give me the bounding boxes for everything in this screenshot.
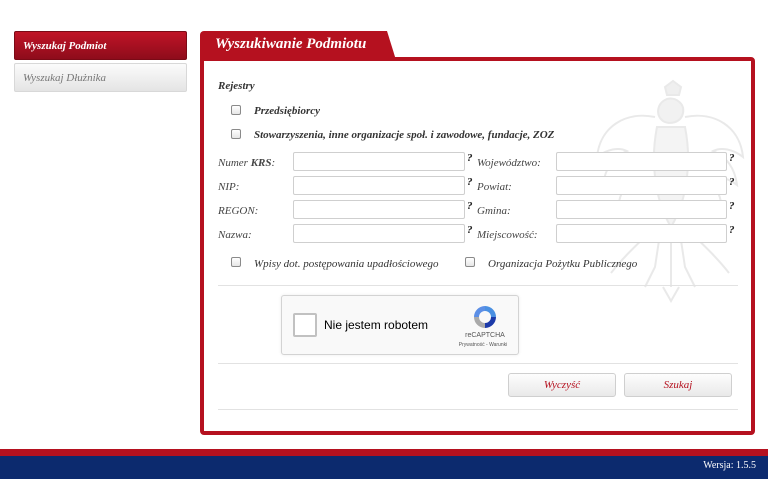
clear-button[interactable]: Wyczyść [508, 373, 616, 397]
sidebar: Wyszukaj Podmiot Wyszukaj Dłużnika [14, 31, 187, 92]
sidebar-item-wyszukaj-podmiot[interactable]: Wyszukaj Podmiot [14, 31, 187, 60]
page-title: Wyszukiwanie Podmiotu [215, 36, 367, 52]
nazwa-help-icon[interactable]: ? [467, 224, 473, 236]
recaptcha-logo-icon [474, 306, 496, 328]
miejscowosc-input[interactable] [556, 224, 727, 243]
powiat-label: Powiat: [477, 181, 512, 193]
divider [218, 285, 738, 286]
recaptcha-links[interactable]: Prywatność - Warunki [448, 342, 518, 348]
krs-help-icon[interactable]: ? [467, 152, 473, 164]
regon-input[interactable] [293, 200, 465, 219]
nip-label: NIP: [218, 181, 240, 193]
version-label: Wersja: 1.5.5 [703, 460, 756, 471]
przedsiebiorcy-checkbox[interactable] [231, 105, 241, 115]
divider [218, 363, 738, 364]
powiat-help-icon[interactable]: ? [729, 176, 735, 188]
nazwa-label: Nazwa: [218, 229, 252, 241]
wojewodztwo-input[interactable] [556, 152, 727, 171]
registries-label: Rejestry [218, 80, 255, 92]
opp-checkbox[interactable] [465, 257, 475, 267]
upadlosciowe-checkbox[interactable] [231, 257, 241, 267]
gmina-help-icon[interactable]: ? [729, 200, 735, 212]
nip-help-icon[interactable]: ? [467, 176, 473, 188]
stowarzyszenia-label: Stowarzyszenia, inne organizacje społ. i… [254, 129, 555, 141]
footer: Wersja: 1.5.5 [0, 456, 768, 479]
divider [218, 409, 738, 410]
nazwa-input[interactable] [293, 224, 465, 243]
regon-label: REGON: [218, 205, 259, 217]
recaptcha-brand: reCAPTCHA [465, 332, 505, 339]
opp-label: Organizacja Pożytku Publicznego [488, 258, 638, 270]
recaptcha-checkbox[interactable] [293, 313, 317, 337]
panel-title-tab: Wyszukiwanie Podmiotu [200, 31, 396, 60]
search-panel: Rejestry Przedsiębiorcy Stowarzyszenia, … [200, 57, 755, 435]
miejscowosc-help-icon[interactable]: ? [729, 224, 735, 236]
eagle-emblem-icon [595, 79, 745, 304]
przedsiebiorcy-label: Przedsiębiorcy [254, 105, 320, 117]
upadlosciowe-label: Wpisy dot. postępowania upadłościowego [254, 258, 439, 270]
wojewodztwo-help-icon[interactable]: ? [729, 152, 735, 164]
recaptcha-label: Nie jestem robotem [324, 318, 429, 332]
gmina-input[interactable] [556, 200, 727, 219]
nip-input[interactable] [293, 176, 465, 195]
regon-help-icon[interactable]: ? [467, 200, 473, 212]
wojewodztwo-label: Województwo: [477, 157, 541, 169]
sidebar-item-wyszukaj-dluznika[interactable]: Wyszukaj Dłużnika [14, 63, 187, 92]
powiat-input[interactable] [556, 176, 727, 195]
miejscowosc-label: Miejscowość: [477, 229, 538, 241]
footer-stripe [0, 449, 768, 456]
krs-label: Numer KRS: [218, 157, 276, 169]
gmina-label: Gmina: [477, 205, 511, 217]
search-button[interactable]: Szukaj [624, 373, 732, 397]
stowarzyszenia-checkbox[interactable] [231, 129, 241, 139]
recaptcha-widget: Nie jestem robotem reCAPTCHA Prywatność … [281, 295, 519, 355]
krs-input[interactable] [293, 152, 465, 171]
